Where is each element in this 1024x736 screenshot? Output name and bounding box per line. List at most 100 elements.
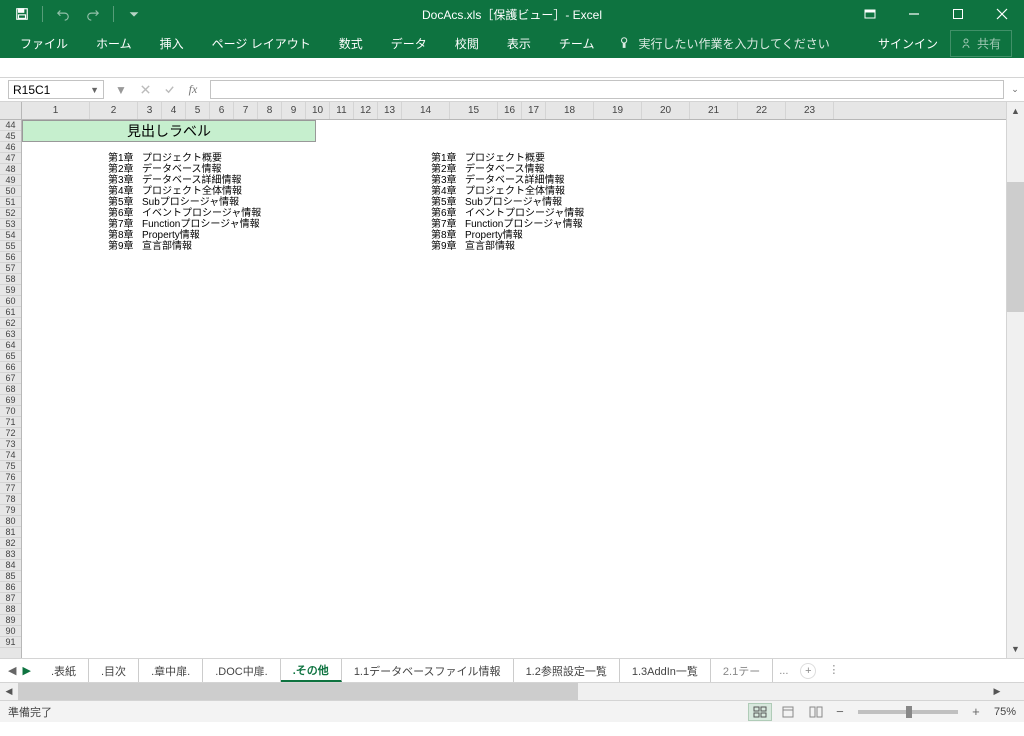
sheet-tab[interactable]: 2.1テー <box>711 659 773 682</box>
column-header[interactable]: 21 <box>690 102 738 119</box>
scroll-down-button[interactable]: ▼ <box>1007 640 1024 658</box>
zoom-in-button[interactable]: + <box>968 704 984 719</box>
column-header[interactable]: 11 <box>330 102 354 119</box>
row-header[interactable]: 49 <box>0 175 21 186</box>
row-header[interactable]: 44 <box>0 120 21 131</box>
row-header[interactable]: 81 <box>0 527 21 538</box>
ribbon-tab[interactable]: 挿入 <box>146 29 198 58</box>
ribbon-tab[interactable]: ファイル <box>6 29 82 58</box>
sheet-tab[interactable]: 1.1データベースファイル情報 <box>342 659 514 682</box>
vertical-scrollbar[interactable]: ▲ ▼ <box>1006 102 1024 658</box>
column-header[interactable]: 10 <box>306 102 330 119</box>
column-header[interactable]: 19 <box>594 102 642 119</box>
qat-customize-button[interactable] <box>120 2 148 26</box>
column-header[interactable]: 13 <box>378 102 402 119</box>
maximize-button[interactable] <box>936 0 980 28</box>
chevron-down-icon[interactable]: ▼ <box>90 85 99 95</box>
row-header[interactable]: 66 <box>0 362 21 373</box>
column-header[interactable]: 20 <box>642 102 690 119</box>
row-header[interactable]: 73 <box>0 439 21 450</box>
ribbon-tab[interactable]: ホーム <box>82 29 146 58</box>
row-header[interactable]: 60 <box>0 296 21 307</box>
scroll-right-button[interactable]: ▶ <box>988 683 1006 700</box>
row-header[interactable]: 90 <box>0 626 21 637</box>
close-button[interactable] <box>980 0 1024 28</box>
column-header[interactable]: 6 <box>210 102 234 119</box>
row-header[interactable]: 72 <box>0 428 21 439</box>
scroll-up-button[interactable]: ▲ <box>1007 102 1024 120</box>
sheet-tab[interactable]: 1.3AddIn一覧 <box>620 659 711 682</box>
select-all-corner[interactable] <box>0 102 21 120</box>
column-header[interactable]: 22 <box>738 102 786 119</box>
row-header[interactable]: 91 <box>0 637 21 648</box>
zoom-slider[interactable] <box>858 710 958 714</box>
scroll-track[interactable] <box>1007 120 1024 640</box>
row-header[interactable]: 68 <box>0 384 21 395</box>
row-header[interactable]: 55 <box>0 241 21 252</box>
row-header[interactable]: 56 <box>0 252 21 263</box>
column-header[interactable]: 1 <box>22 102 90 119</box>
row-header[interactable]: 53 <box>0 219 21 230</box>
row-header[interactable]: 54 <box>0 230 21 241</box>
row-header[interactable]: 84 <box>0 560 21 571</box>
page-layout-view-button[interactable] <box>776 703 800 721</box>
row-header[interactable]: 58 <box>0 274 21 285</box>
sheet-tab[interactable]: .表紙 <box>39 659 89 682</box>
column-header[interactable]: 15 <box>450 102 498 119</box>
minimize-button[interactable] <box>892 0 936 28</box>
scroll-thumb[interactable] <box>1007 182 1024 312</box>
column-header[interactable]: 18 <box>546 102 594 119</box>
ribbon-tab[interactable]: ページ レイアウト <box>198 29 325 58</box>
tab-nav-prev[interactable]: ◀ <box>8 664 16 677</box>
column-header[interactable]: 23 <box>786 102 834 119</box>
zoom-out-button[interactable]: − <box>832 704 848 719</box>
redo-button[interactable] <box>79 2 107 26</box>
expand-formula-bar-button[interactable]: ⌄ <box>1006 78 1024 101</box>
ribbon-tab[interactable]: 数式 <box>325 29 377 58</box>
row-header[interactable]: 62 <box>0 318 21 329</box>
row-header[interactable]: 74 <box>0 450 21 461</box>
row-header[interactable]: 85 <box>0 571 21 582</box>
scroll-left-button[interactable]: ◀ <box>0 683 18 700</box>
column-header[interactable]: 8 <box>258 102 282 119</box>
sheet-tab[interactable]: .目次 <box>89 659 139 682</box>
column-header[interactable]: 14 <box>402 102 450 119</box>
row-header[interactable]: 88 <box>0 604 21 615</box>
page-break-view-button[interactable] <box>804 703 828 721</box>
row-header[interactable]: 50 <box>0 186 21 197</box>
ribbon-display-button[interactable] <box>848 0 892 28</box>
share-button[interactable]: 共有 <box>950 30 1012 57</box>
row-header[interactable]: 86 <box>0 582 21 593</box>
column-header[interactable]: 16 <box>498 102 522 119</box>
row-header[interactable]: 75 <box>0 461 21 472</box>
row-header[interactable]: 69 <box>0 395 21 406</box>
cancel-formula-button[interactable] <box>134 80 156 100</box>
sheet-tab[interactable]: .章中扉. <box>139 659 203 682</box>
column-header[interactable]: 4 <box>162 102 186 119</box>
ribbon-tab[interactable]: データ <box>377 29 441 58</box>
row-header[interactable]: 52 <box>0 208 21 219</box>
chevron-down-icon[interactable]: ▼ <box>110 80 132 100</box>
row-header[interactable]: 89 <box>0 615 21 626</box>
row-header[interactable]: 59 <box>0 285 21 296</box>
ribbon-tab[interactable]: 表示 <box>493 29 545 58</box>
row-header[interactable]: 82 <box>0 538 21 549</box>
ribbon-tab[interactable]: 校閲 <box>441 29 493 58</box>
tab-options-button[interactable]: ⋮ <box>822 659 845 682</box>
cell-grid[interactable]: 見出しラベル 第1章第2章第3章第4章第5章第6章第7章第8章第9章 プロジェク… <box>22 120 1006 658</box>
row-header[interactable]: 77 <box>0 483 21 494</box>
enter-formula-button[interactable] <box>158 80 180 100</box>
row-header[interactable]: 80 <box>0 516 21 527</box>
zoom-level[interactable]: 75% <box>994 706 1016 718</box>
merged-header-cell[interactable]: 見出しラベル <box>22 120 316 142</box>
column-header[interactable]: 7 <box>234 102 258 119</box>
column-header[interactable]: 2 <box>90 102 138 119</box>
row-header[interactable]: 67 <box>0 373 21 384</box>
zoom-slider-knob[interactable] <box>906 706 912 718</box>
row-header[interactable]: 71 <box>0 417 21 428</box>
row-header[interactable]: 63 <box>0 329 21 340</box>
undo-button[interactable] <box>49 2 77 26</box>
column-header[interactable]: 5 <box>186 102 210 119</box>
sheet-tab[interactable]: .DOC中扉. <box>203 659 281 682</box>
row-header[interactable]: 83 <box>0 549 21 560</box>
